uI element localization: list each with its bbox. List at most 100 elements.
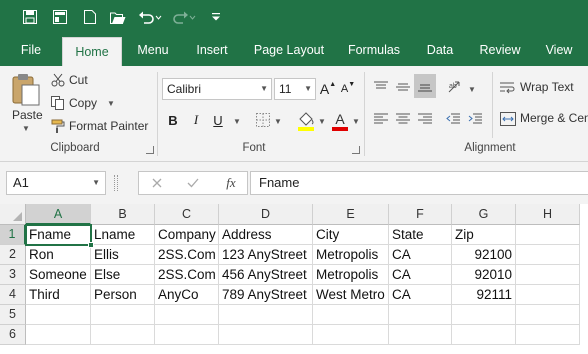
select-all-button[interactable] (0, 204, 26, 225)
open-icon[interactable] (108, 7, 128, 27)
cell-b4[interactable]: Person (91, 285, 155, 305)
font-size-select[interactable]: 11 ▼ (274, 78, 316, 100)
fill-handle[interactable] (88, 242, 94, 248)
bold-button[interactable]: B (165, 110, 181, 130)
cell-g4[interactable]: 92111 (452, 285, 516, 305)
wrap-text-icon[interactable] (499, 79, 517, 97)
cell-h3[interactable] (516, 265, 580, 285)
clipboard-launcher-icon[interactable] (146, 146, 154, 154)
cell-c6[interactable] (155, 325, 219, 345)
copy-dropdown-icon[interactable]: ▼ (107, 99, 115, 108)
column-header-d[interactable]: D (219, 204, 313, 225)
cell-b3[interactable]: Else (91, 265, 155, 285)
paste-icon[interactable] (8, 72, 44, 108)
cell-e2[interactable]: Metropolis (313, 245, 389, 265)
cell-c5[interactable] (155, 305, 219, 325)
enter-icon[interactable] (185, 175, 201, 191)
orientation-icon[interactable]: ab (444, 78, 466, 96)
copy-icon[interactable] (50, 95, 66, 111)
grow-font-icon[interactable]: A ▲ (320, 78, 336, 100)
cell-d1[interactable]: Address (219, 225, 313, 245)
column-header-g[interactable]: G (452, 204, 516, 225)
cell-b6[interactable] (91, 325, 155, 345)
font-name-select[interactable]: Calibri ▼ (162, 78, 272, 100)
cell-d6[interactable] (219, 325, 313, 345)
row-header-1[interactable]: 1 (0, 225, 26, 245)
fill-color-icon[interactable] (296, 110, 316, 132)
row-header-6[interactable]: 6 (0, 325, 26, 345)
cancel-icon[interactable] (149, 175, 165, 191)
cell-h2[interactable] (516, 245, 580, 265)
fill-color-dropdown-icon[interactable]: ▼ (318, 117, 326, 126)
cell-h1[interactable] (516, 225, 580, 245)
cell-e5[interactable] (313, 305, 389, 325)
italic-button[interactable]: I (188, 110, 204, 130)
cell-e1[interactable]: City (313, 225, 389, 245)
cell-a5[interactable] (26, 305, 91, 325)
increase-indent-icon[interactable] (466, 110, 484, 128)
copy-label[interactable]: Copy (69, 96, 97, 110)
tab-formulas[interactable]: Formulas (340, 34, 408, 66)
merge-center-label[interactable]: Merge & Center (520, 111, 588, 125)
cell-a3[interactable]: Someone (26, 265, 91, 285)
cell-f6[interactable] (389, 325, 452, 345)
row-header-2[interactable]: 2 (0, 245, 26, 265)
save-icon[interactable] (20, 7, 40, 27)
formula-input[interactable]: Fname (250, 171, 588, 195)
tab-review[interactable]: Review (472, 34, 528, 66)
tab-home[interactable]: Home (62, 37, 122, 66)
cell-h4[interactable] (516, 285, 580, 305)
column-header-e[interactable]: E (313, 204, 389, 225)
cell-a6[interactable] (26, 325, 91, 345)
cell-e3[interactable]: Metropolis (313, 265, 389, 285)
borders-dropdown-icon[interactable]: ▼ (274, 117, 282, 126)
cell-d4[interactable]: 789 AnyStreet (219, 285, 313, 305)
cell-f4[interactable]: CA (389, 285, 452, 305)
new-icon[interactable] (80, 7, 100, 27)
cell-d3[interactable]: 456 AnyStreet (219, 265, 313, 285)
underline-dropdown-icon[interactable]: ▼ (233, 117, 241, 126)
cell-c3[interactable]: 2SS.Com (155, 265, 219, 285)
cell-c1[interactable]: Company (155, 225, 219, 245)
row-header-3[interactable]: 3 (0, 265, 26, 285)
tab-data[interactable]: Data (416, 34, 464, 66)
cell-g3[interactable]: 92010 (452, 265, 516, 285)
paste-dropdown-icon[interactable]: ▼ (22, 124, 30, 133)
cell-f2[interactable]: CA (389, 245, 452, 265)
cell-f5[interactable] (389, 305, 452, 325)
undo-icon[interactable] (136, 7, 164, 27)
cell-g2[interactable]: 92100 (452, 245, 516, 265)
cell-d5[interactable] (219, 305, 313, 325)
row-header-5[interactable]: 5 (0, 305, 26, 325)
cell-d2[interactable]: 123 AnyStreet (219, 245, 313, 265)
grid-icon[interactable] (50, 7, 70, 27)
cell-c2[interactable]: 2SS.Com (155, 245, 219, 265)
column-header-b[interactable]: B (91, 204, 155, 225)
top-align-icon[interactable] (372, 78, 390, 96)
format-painter-icon[interactable] (50, 118, 66, 134)
resize-grip-icon[interactable] (114, 175, 118, 191)
bottom-align-icon[interactable] (414, 74, 436, 98)
customize-qat-icon[interactable] (208, 7, 224, 27)
wrap-text-label[interactable]: Wrap Text (520, 80, 574, 94)
column-header-c[interactable]: C (155, 204, 219, 225)
format-painter-label[interactable]: Format Painter (69, 119, 148, 133)
cell-a1[interactable]: Fname (26, 225, 91, 245)
align-center-icon[interactable] (394, 110, 412, 128)
column-header-f[interactable]: F (389, 204, 452, 225)
name-box[interactable]: A1 ▼ (6, 171, 106, 195)
align-right-icon[interactable] (416, 110, 434, 128)
shrink-font-icon[interactable]: A ▼ (340, 78, 356, 100)
row-header-4[interactable]: 4 (0, 285, 26, 305)
middle-align-icon[interactable] (394, 78, 412, 96)
cell-f1[interactable]: State (389, 225, 452, 245)
cut-icon[interactable] (50, 72, 66, 88)
font-color-dropdown-icon[interactable]: ▼ (352, 117, 360, 126)
cell-e6[interactable] (313, 325, 389, 345)
font-color-icon[interactable]: A (330, 110, 350, 132)
cell-h5[interactable] (516, 305, 580, 325)
merge-center-icon[interactable] (499, 110, 517, 128)
insert-function-icon[interactable]: fx (221, 174, 241, 192)
cell-g1[interactable]: Zip (452, 225, 516, 245)
tab-file[interactable]: File (10, 34, 52, 66)
